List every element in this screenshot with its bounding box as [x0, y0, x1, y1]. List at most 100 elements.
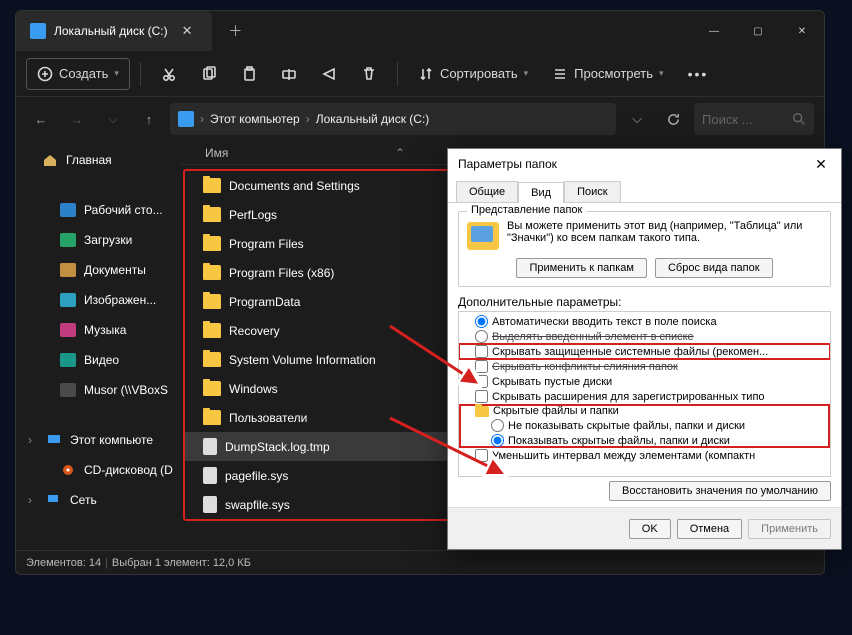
- file-icon: [203, 496, 217, 513]
- new-tab-button[interactable]: ＋: [212, 21, 258, 41]
- paste-button[interactable]: [231, 58, 267, 90]
- option-radio[interactable]: [475, 315, 488, 328]
- home-icon: [42, 153, 58, 167]
- disk-icon: [178, 111, 194, 127]
- sort-label: Сортировать: [440, 66, 518, 81]
- option-radio[interactable]: [491, 419, 504, 432]
- cut-button[interactable]: [151, 58, 187, 90]
- new-label: Создать: [59, 66, 108, 81]
- file-name: Windows: [229, 382, 278, 396]
- view-label: Просмотреть: [574, 66, 653, 81]
- tab-view[interactable]: Вид: [518, 182, 564, 203]
- copy-button[interactable]: [191, 58, 227, 90]
- breadcrumb-root[interactable]: Этот компьютер: [210, 112, 300, 126]
- sidebar-item-desktop[interactable]: Рабочий сто...: [16, 195, 181, 225]
- parent-button[interactable]: ↑: [134, 104, 164, 134]
- option-row[interactable]: Скрывать защищенные системные файлы (рек…: [459, 344, 830, 359]
- option-check[interactable]: [475, 449, 488, 462]
- tab-close-icon[interactable]: ✕: [176, 21, 199, 41]
- sidebar-item-downloads[interactable]: Загрузки: [16, 225, 181, 255]
- sidebar-item-pc[interactable]: › Этот компьюте: [16, 425, 181, 455]
- option-row[interactable]: Уменьшить интервал между элементами (ком…: [459, 448, 830, 463]
- folder-icon: [203, 352, 221, 367]
- documents-icon: [60, 263, 76, 277]
- navbar: ← → ⌵ ↑ › Этот компьютер › Локальный дис…: [16, 97, 824, 141]
- tab-general[interactable]: Общие: [456, 181, 518, 202]
- share-button[interactable]: [311, 58, 347, 90]
- option-row[interactable]: Не показывать скрытые файлы, папки и дис…: [459, 418, 830, 433]
- folder-preview-icon: [467, 222, 499, 250]
- netloc-icon: [60, 383, 76, 397]
- minimize-icon[interactable]: ―: [692, 11, 736, 51]
- option-row[interactable]: Автоматически вводить текст в поле поиск…: [459, 314, 830, 329]
- back-button[interactable]: ←: [26, 104, 56, 134]
- breadcrumb-current[interactable]: Локальный диск (C:): [316, 112, 430, 126]
- window-tab[interactable]: Локальный диск (C:) ✕: [16, 11, 212, 51]
- list-icon: [552, 66, 568, 82]
- option-check[interactable]: [475, 375, 488, 388]
- file-name: DumpStack.log.tmp: [225, 440, 330, 454]
- titlebar: Локальный диск (C:) ✕ ＋ ― ▢ ✕: [16, 11, 824, 51]
- dialog-close-icon[interactable]: ✕: [811, 156, 831, 173]
- breadcrumb[interactable]: › Этот компьютер › Локальный диск (C:): [170, 103, 616, 135]
- file-name: Program Files (x86): [229, 266, 334, 280]
- sidebar-item-video[interactable]: Видео: [16, 345, 181, 375]
- up-button[interactable]: ⌵: [98, 104, 128, 134]
- delete-button[interactable]: [351, 58, 387, 90]
- forward-button[interactable]: →: [62, 104, 92, 134]
- dialog-titlebar: Параметры папок ✕: [448, 149, 841, 179]
- cancel-button[interactable]: Отмена: [677, 519, 742, 539]
- pc-icon: [46, 433, 62, 447]
- close-icon[interactable]: ✕: [780, 11, 824, 51]
- option-label: Не показывать скрытые файлы, папки и дис…: [508, 420, 745, 432]
- sidebar-item-cd[interactable]: CD-дисковод (D: [16, 455, 181, 485]
- sort-button[interactable]: Сортировать ▾: [408, 58, 538, 90]
- option-radio[interactable]: [475, 330, 488, 343]
- toolbar: Создать ▾ Сортировать ▾ Просмотреть ▾ ••…: [16, 51, 824, 97]
- option-row[interactable]: Скрывать конфликты слияния папок: [459, 359, 830, 374]
- sidebar-item-netloc[interactable]: Musor (\\VBoxS: [16, 375, 181, 405]
- maximize-icon[interactable]: ▢: [736, 11, 780, 51]
- sidebar-item-network[interactable]: › Сеть: [16, 485, 181, 515]
- chevron-down-icon: ▾: [659, 68, 664, 79]
- search-input[interactable]: Поиск ...: [694, 103, 814, 135]
- sidebar-item-music[interactable]: Музыка: [16, 315, 181, 345]
- file-name: Пользователи: [229, 411, 307, 425]
- option-row[interactable]: Выделять введенный элемент в списке: [459, 329, 830, 344]
- sidebar-item-documents[interactable]: Документы: [16, 255, 181, 285]
- option-row[interactable]: Скрывать пустые диски: [459, 374, 830, 389]
- advanced-label: Дополнительные параметры:: [458, 295, 831, 309]
- chevron-down-icon: ▾: [524, 68, 529, 79]
- breadcrumb-dropdown[interactable]: ⌵: [622, 104, 652, 134]
- option-radio[interactable]: [491, 434, 504, 447]
- apply-button[interactable]: Применить: [748, 519, 831, 539]
- dialog-tabs: Общие Вид Поиск: [448, 179, 841, 202]
- advanced-options-list[interactable]: Автоматически вводить текст в поле поиск…: [458, 311, 831, 477]
- refresh-button[interactable]: [658, 104, 688, 134]
- restore-defaults-button[interactable]: Восстановить значения по умолчанию: [609, 481, 831, 501]
- rename-icon: [281, 66, 297, 82]
- sidebar-home[interactable]: Главная: [16, 145, 181, 175]
- tab-search[interactable]: Поиск: [564, 181, 620, 202]
- network-icon: [46, 493, 62, 507]
- music-icon: [60, 323, 76, 337]
- option-check[interactable]: [475, 390, 488, 403]
- new-button[interactable]: Создать ▾: [26, 58, 130, 90]
- ok-button[interactable]: OK: [629, 519, 671, 539]
- option-check[interactable]: [475, 360, 488, 373]
- apply-to-folders-button[interactable]: Применить к папкам: [516, 258, 647, 278]
- option-row[interactable]: Скрывать расширения для зарегистрированн…: [459, 389, 830, 404]
- file-name: PerfLogs: [229, 208, 277, 222]
- status-count: Элементов: 14: [26, 557, 101, 569]
- option-check[interactable]: [475, 345, 488, 358]
- column-name[interactable]: Имя: [205, 146, 345, 160]
- sidebar-item-images[interactable]: Изображен...: [16, 285, 181, 315]
- folder-icon: [203, 381, 221, 396]
- more-button[interactable]: •••: [678, 58, 719, 90]
- option-row[interactable]: Скрытые файлы и папки: [459, 404, 830, 418]
- file-name: Documents and Settings: [229, 179, 360, 193]
- option-row[interactable]: Показывать скрытые файлы, папки и диски: [459, 433, 830, 448]
- reset-folders-button[interactable]: Сброс вида папок: [655, 258, 773, 278]
- rename-button[interactable]: [271, 58, 307, 90]
- view-button[interactable]: Просмотреть ▾: [542, 58, 673, 90]
